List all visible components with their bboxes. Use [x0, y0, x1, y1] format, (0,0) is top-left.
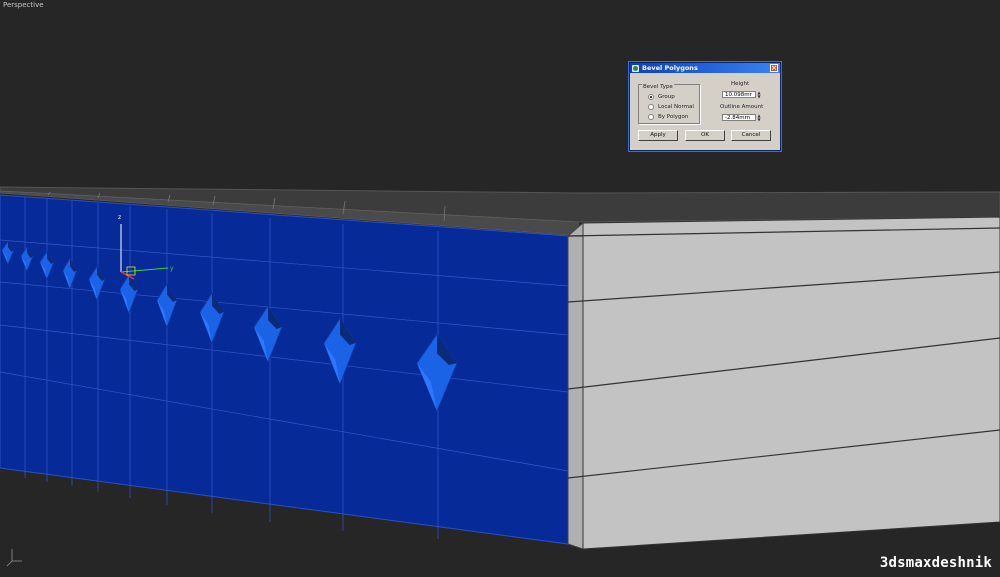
scene-canvas[interactable]: z y	[0, 0, 1000, 577]
gizmo-y-label: y	[170, 265, 174, 272]
radio-by-polygon-label: By Polygon	[658, 114, 689, 120]
outline-spinner-arrows-icon[interactable]: ▲ ▼	[757, 114, 761, 122]
radio-group[interactable]: Group	[648, 94, 675, 100]
dialog-title: Bevel Polygons	[642, 64, 698, 72]
cancel-button[interactable]: Cancel	[731, 130, 771, 141]
close-icon[interactable]: ×	[770, 64, 778, 72]
ok-button[interactable]: OK	[685, 130, 725, 141]
bevel-polygons-dialog: Bevel Polygons × Bevel Type Group Local …	[629, 62, 781, 151]
radio-dot-icon[interactable]	[648, 94, 654, 100]
radio-dot-icon[interactable]	[648, 104, 654, 110]
radio-local-normal[interactable]: Local Normal	[648, 104, 694, 110]
height-spinner-arrows-icon[interactable]: ▲ ▼	[757, 91, 761, 99]
outline-amount-spinner[interactable]: -2.84mm	[722, 114, 756, 121]
dialog-titlebar[interactable]: Bevel Polygons ×	[630, 63, 780, 73]
bevel-type-label: Bevel Type	[642, 84, 674, 90]
outline-amount-label: Outline Amount	[720, 104, 764, 110]
3dsmax-app-icon	[632, 64, 639, 72]
world-axis-gizmo-icon	[6, 549, 22, 567]
radio-by-polygon[interactable]: By Polygon	[648, 114, 688, 120]
perspective-viewport[interactable]: z y Perspective Bevel Polygons × Bevel T…	[0, 0, 1000, 577]
radio-local-normal-label: Local Normal	[658, 104, 694, 110]
object-end-face	[582, 216, 1000, 550]
height-spinner[interactable]: 10.098mr	[722, 91, 756, 98]
viewport-label[interactable]: Perspective	[3, 1, 44, 9]
gizmo-z-label: z	[118, 214, 121, 221]
apply-button[interactable]: Apply	[638, 130, 678, 141]
height-label: Height	[731, 81, 750, 87]
radio-dot-icon[interactable]	[648, 114, 654, 120]
object-side-face	[567, 221, 584, 550]
watermark: 3dsmaxdeshnik	[879, 555, 992, 571]
selected-front-face[interactable]	[0, 194, 569, 545]
radio-group-label: Group	[658, 94, 675, 100]
